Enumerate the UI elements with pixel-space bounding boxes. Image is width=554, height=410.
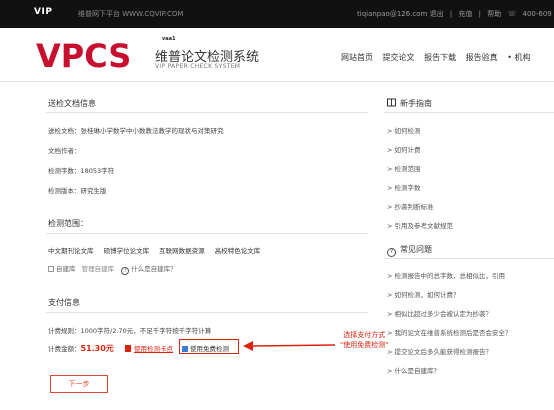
- guide-title: 新手指南: [400, 99, 432, 108]
- doc-title-row: 送检文档：张桂琳小学数学中小数教法教学的现状与对策研究: [48, 127, 224, 135]
- guide-item-range[interactable]: > 检测范围: [387, 163, 421, 173]
- faq-item[interactable]: > 什么是自建库？: [387, 365, 440, 375]
- account-logout-link[interactable]: tiqianpao@126.com 退出: [357, 10, 444, 18]
- nav-report-download[interactable]: 报告下载: [424, 53, 456, 62]
- what-is-self-db-link[interactable]: 什么是自建库？: [131, 265, 177, 273]
- doc-info-title: 送检文档信息: [48, 99, 96, 108]
- phone-number: 400-609: [522, 10, 552, 18]
- account-links: tiqianpao@126.com 退出 | 充值 | 帮助 ☏ 400-609: [357, 10, 552, 18]
- self-db-checkbox[interactable]: [48, 266, 54, 272]
- annotation-line-1: 选择支付方式: [343, 331, 386, 339]
- question-icon: ?: [121, 267, 130, 275]
- manage-self-db-link[interactable]: 管理自建库: [82, 265, 115, 273]
- guide-item-word-count[interactable]: > 检测字数: [387, 182, 421, 192]
- logo-tag: vaa1: [162, 36, 176, 42]
- divider: [384, 258, 554, 259]
- word-count-row: 检测字数：18053字符: [48, 167, 115, 175]
- arrow-left-icon: [243, 341, 335, 351]
- version-row: 检测版本：研究生版: [48, 187, 107, 195]
- site-header: VPCS vaa1 维普论文检测系统 VIP PAPER CHECK SYSTE…: [0, 28, 554, 82]
- divider: [384, 112, 554, 113]
- faq-title: 常见问题: [400, 245, 432, 254]
- doc-author-row: 文档作者：: [48, 147, 81, 155]
- nav-institution[interactable]: • 机构: [507, 53, 530, 62]
- logo-text: VPCS: [36, 37, 131, 71]
- faq-item[interactable]: > 相似比超过多少会被认定为抄袭？: [387, 308, 492, 318]
- nav-home[interactable]: 网站首页: [341, 53, 373, 62]
- tab-university-db[interactable]: 高校特色论文库: [215, 247, 261, 255]
- card-option-label: 使用检测卡点: [134, 345, 173, 353]
- tab-thesis-db[interactable]: 硕博学位论文库: [104, 247, 150, 255]
- guide-item-how-to-check[interactable]: > 如何检测: [387, 125, 421, 135]
- help-link[interactable]: 帮助: [487, 10, 501, 18]
- next-step-button[interactable]: 下一步: [50, 375, 108, 393]
- faq-item[interactable]: > 我的论文在维普系统检测后是否会安全？: [387, 327, 512, 337]
- self-db-row: 自建库 管理自建库 ? 什么是自建库？: [48, 263, 177, 275]
- amount-row: 计费金额：51.30元: [48, 343, 114, 354]
- database-tabs: 中文期刊论文库 硕博学位论文库 互联网数据资源 高校特色论文库: [48, 245, 268, 255]
- guide-item-citation-rules[interactable]: > 引用及参考文献规范: [387, 220, 453, 230]
- faq-item[interactable]: > 如何检测，如何计费？: [387, 289, 460, 299]
- main-nav: 网站首页 提交论文 报告下载 报告验真 • 机构: [341, 52, 537, 63]
- divider: [46, 112, 368, 113]
- tab-journal-db[interactable]: 中文期刊论文库: [48, 247, 94, 255]
- guide-heading: 新手指南: [387, 98, 432, 109]
- recharge-link[interactable]: 充值: [458, 10, 472, 18]
- nav-submit-paper[interactable]: 提交论文: [383, 53, 415, 62]
- free-check-label: 使用免费检测: [190, 345, 229, 353]
- top-bar: VIP 维普网下平台 WWW.CQVIP.COM tiqianpao@126.c…: [0, 0, 554, 28]
- faq-item[interactable]: > 检测报告中的总字数，总相似比，引用: [387, 270, 505, 280]
- amount-value: 51.30元: [80, 344, 114, 353]
- guide-item-pricing[interactable]: > 如何计费: [387, 144, 421, 154]
- free-check-checkbox[interactable]: [182, 346, 188, 352]
- guide-item-plagiarism-standard[interactable]: > 抄袭判断标准: [387, 201, 434, 211]
- question-icon: ?: [387, 248, 396, 257]
- card-option[interactable]: 使用检测卡点: [125, 343, 173, 353]
- vpcs-logo[interactable]: VPCS: [36, 37, 148, 71]
- annotation-note: 选择支付方式 "使用免费检测": [340, 330, 388, 350]
- tab-internet-db[interactable]: 互联网数据资源: [159, 247, 205, 255]
- amount-label: 计费金额：: [48, 345, 81, 353]
- phone-icon: ☏: [507, 10, 517, 18]
- nav-report-verify[interactable]: 报告验真: [466, 53, 498, 62]
- vip-brand-logo[interactable]: VIP: [34, 7, 52, 17]
- pricing-rule-row: 计费规则：1000字符/2.70元，不足千字符按千字符计算: [48, 327, 212, 335]
- faq-heading: ? 常见问题: [387, 244, 432, 257]
- free-check-option[interactable]: 使用免费检测: [179, 339, 239, 354]
- divider: [46, 233, 368, 234]
- site-url[interactable]: 维普网下平台 WWW.CQVIP.COM: [78, 9, 183, 19]
- faq-item[interactable]: > 提交论文后多久能获得检测报告？: [387, 346, 492, 356]
- check-range-title: 检测范围：: [48, 219, 88, 228]
- self-db-label: 自建库: [56, 265, 76, 273]
- book-icon: [387, 98, 396, 107]
- card-icon: [125, 345, 131, 352]
- payment-info-title: 支付信息: [48, 298, 80, 307]
- system-subtitle: VIP PAPER CHECK SYSTEM: [155, 63, 241, 70]
- divider: [46, 312, 368, 313]
- annotation-line-2: "使用免费检测": [340, 341, 389, 349]
